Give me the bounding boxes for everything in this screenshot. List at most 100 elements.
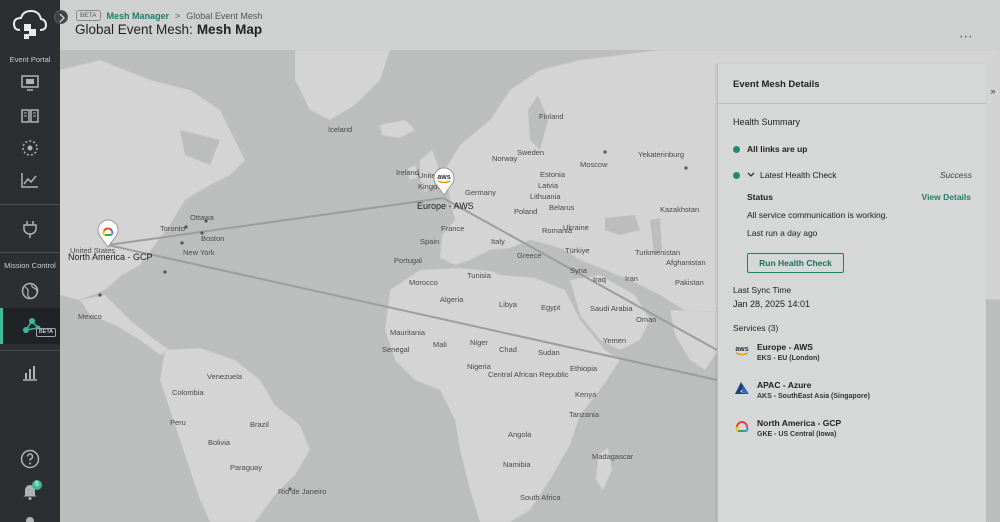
sidebar-divider bbox=[0, 252, 60, 253]
more-options-icon[interactable]: ⋯ bbox=[959, 28, 974, 45]
bar-chart-icon bbox=[23, 366, 37, 381]
map-label: South Africa bbox=[520, 493, 561, 502]
sidebar-item-notifications[interactable]: 6 bbox=[0, 476, 60, 506]
region-pin-europe[interactable]: aws bbox=[432, 166, 456, 196]
map-label: Oman bbox=[636, 315, 657, 324]
line-chart-icon bbox=[21, 173, 38, 188]
map-label: Egypt bbox=[541, 303, 561, 312]
map-label: Norway bbox=[492, 154, 518, 163]
map-label: Libya bbox=[499, 300, 517, 309]
last-sync-value: Jan 28, 2025 14:01 bbox=[733, 299, 811, 309]
map-label: Italy bbox=[491, 237, 505, 246]
sidebar-item-user[interactable] bbox=[0, 508, 60, 522]
breadcrumb: BETA Mesh Manager > Global Event Mesh bbox=[76, 10, 262, 21]
all-links-status: All links are up bbox=[733, 144, 807, 154]
map-label: Central African Republic bbox=[488, 370, 569, 379]
service-meta: AKS - SouthEast Asia (Singapore) bbox=[757, 393, 870, 400]
sidebar-item-help[interactable] bbox=[0, 444, 60, 474]
service-meta: EKS - EU (London) bbox=[757, 355, 820, 362]
user-icon bbox=[26, 517, 34, 522]
service-item-north-america-gcp[interactable]: North America - GCP GKE - US Central (Io… bbox=[733, 418, 841, 438]
map-label: Chad bbox=[499, 345, 517, 354]
map-label: Portugal bbox=[394, 256, 422, 265]
map-label: Kazakhstan bbox=[660, 205, 700, 214]
map-label: Sudan bbox=[538, 348, 560, 357]
map-label: Türkiye bbox=[565, 246, 590, 255]
map-label: Iran bbox=[625, 274, 638, 283]
sidebar-item-insights[interactable] bbox=[0, 358, 60, 388]
sidebar-item-cluster-manager[interactable] bbox=[0, 276, 60, 306]
book-icon bbox=[21, 109, 39, 123]
region-label-europe[interactable]: Europe - AWS bbox=[417, 201, 474, 211]
aws-logo-icon: aws bbox=[433, 167, 455, 196]
chevron-down-icon[interactable] bbox=[747, 172, 755, 178]
gcp-logo-icon bbox=[97, 219, 119, 248]
map-label: Kenya bbox=[575, 390, 597, 399]
map-label: France bbox=[441, 224, 465, 233]
map-label: Brazil bbox=[250, 420, 269, 429]
map-label: Lithuania bbox=[530, 192, 561, 201]
service-item-apac-azure[interactable]: APAC - Azure AKS - SouthEast Asia (Singa… bbox=[733, 380, 870, 400]
map-label: Estonia bbox=[540, 170, 566, 179]
sidebar-item-discovery[interactable] bbox=[0, 133, 60, 163]
map-label: Afghanistan bbox=[666, 258, 706, 267]
section-label-mission-control: Mission Control bbox=[4, 261, 56, 270]
latest-health-check-row[interactable]: Latest Health Check bbox=[733, 170, 837, 180]
latest-health-check-status: Success bbox=[939, 170, 972, 180]
designer-icon bbox=[21, 75, 39, 91]
svg-text:aws: aws bbox=[437, 174, 450, 181]
status-label: Status bbox=[747, 192, 773, 202]
aws-logo-icon: aws bbox=[735, 346, 749, 356]
svg-text:aws: aws bbox=[735, 346, 748, 353]
sidebar-item-analytics[interactable] bbox=[0, 165, 60, 195]
services-heading: Services (3) bbox=[733, 323, 779, 333]
map-label: Niger bbox=[470, 338, 488, 347]
map-label: Angola bbox=[508, 430, 532, 439]
region-label-north-america[interactable]: North America - GCP bbox=[68, 252, 153, 262]
event-mesh-details-panel: Event Mesh Details Health Summary All li… bbox=[717, 64, 986, 522]
beta-badge: BETA bbox=[36, 328, 56, 337]
plug-icon bbox=[23, 221, 37, 238]
section-label-event-portal: Event Portal bbox=[9, 55, 51, 64]
run-health-check-button[interactable]: Run Health Check bbox=[747, 253, 844, 273]
panel-title: Event Mesh Details bbox=[718, 64, 986, 104]
map-label: Iraq bbox=[593, 275, 606, 284]
map-label: New York bbox=[183, 248, 215, 257]
service-name: Europe - AWS bbox=[757, 342, 813, 352]
map-label: Moscow bbox=[580, 160, 608, 169]
sidebar-item-connectors[interactable] bbox=[0, 214, 60, 244]
service-meta: GKE - US Central (Iowa) bbox=[757, 431, 837, 438]
map-label: Tunisia bbox=[467, 271, 491, 280]
region-pin-north-america[interactable] bbox=[96, 218, 120, 248]
panel-expand-icon[interactable]: » bbox=[986, 86, 1000, 100]
chevron-right-icon bbox=[59, 13, 65, 23]
latest-health-check-label: Latest Health Check bbox=[760, 170, 837, 180]
map-label: Ethiopia bbox=[570, 364, 598, 373]
map-label: Morocco bbox=[409, 278, 438, 287]
map-label: Latvia bbox=[538, 181, 559, 190]
sidebar-item-mesh-manager[interactable]: BETA bbox=[0, 308, 60, 344]
map-label: Ottawa bbox=[190, 213, 214, 222]
map-label: Finland bbox=[539, 112, 564, 121]
view-details-link[interactable]: View Details bbox=[922, 192, 971, 202]
breadcrumb-link-mesh-manager[interactable]: Mesh Manager bbox=[107, 11, 170, 21]
map-label: Paraguay bbox=[230, 463, 263, 472]
map-label: Mali bbox=[433, 340, 447, 349]
status-dot-icon bbox=[733, 171, 740, 179]
service-item-europe-aws[interactable]: aws Europe - AWS EKS - EU (London) bbox=[733, 342, 820, 362]
page-title: Global Event Mesh: Mesh Map bbox=[75, 22, 262, 37]
sidebar-collapse-button[interactable] bbox=[54, 10, 68, 24]
breadcrumb-separator: > bbox=[175, 10, 181, 21]
sidebar-divider bbox=[0, 350, 60, 351]
app-logo-icon[interactable] bbox=[12, 8, 48, 42]
discovery-icon bbox=[22, 140, 38, 156]
map-label: Yekaterinburg bbox=[638, 150, 685, 159]
map-label: Pakistan bbox=[675, 278, 704, 287]
sidebar-item-catalog[interactable] bbox=[0, 101, 60, 131]
map-label: Syria bbox=[570, 266, 588, 275]
globe-icon bbox=[21, 282, 39, 300]
sidebar-item-designer[interactable] bbox=[0, 68, 60, 98]
map-label: Rio de Janeiro bbox=[278, 487, 327, 496]
map-label: Madagascar bbox=[592, 452, 634, 461]
gcp-logo-icon bbox=[735, 421, 749, 432]
